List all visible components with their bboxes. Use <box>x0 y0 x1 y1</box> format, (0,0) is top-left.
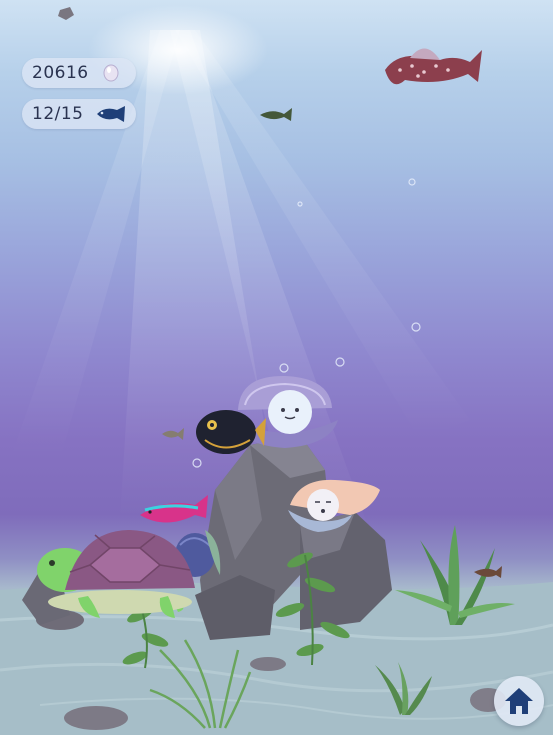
neon-tetra-fish <box>140 495 208 523</box>
fish-icon <box>94 102 128 126</box>
home-button[interactable] <box>494 676 544 726</box>
fish-count: 12/15 <box>32 104 84 124</box>
pearl-icon <box>94 61 128 85</box>
floating-pebble <box>58 7 74 20</box>
pebble <box>250 657 286 671</box>
sea-turtle <box>37 530 195 618</box>
fish-capacity-counter: 12/15 <box>22 99 136 129</box>
home-icon <box>505 688 533 714</box>
pebble <box>64 706 128 730</box>
pearl-currency-counter: 20616 <box>22 58 136 88</box>
small-fish-green <box>260 108 292 121</box>
pearl-count: 20616 <box>32 63 89 83</box>
pleco-fish <box>385 48 482 85</box>
aquarium-scene: 20616 12/15 <box>0 0 553 735</box>
small-fish-gray <box>162 428 184 440</box>
